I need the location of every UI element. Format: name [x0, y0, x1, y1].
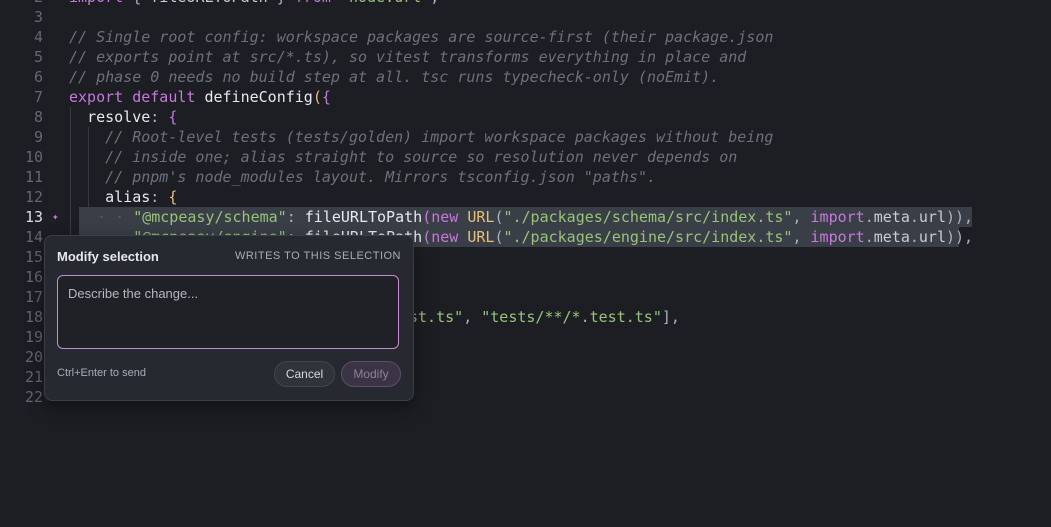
- code-line[interactable]: 7 export default defineConfig({: [0, 87, 1051, 107]
- code-line[interactable]: 12 alias: {: [0, 187, 1051, 207]
- code-line[interactable]: 13 · · "@mcpeasy/schema": fileURLToPath(…: [0, 207, 1051, 227]
- code-line[interactable]: 3: [0, 7, 1051, 27]
- line-code: // pnpm's node_modules layout. Mirrors t…: [105, 168, 657, 186]
- line-number: 7: [33, 88, 43, 106]
- line-number: 21: [24, 368, 43, 386]
- line-number: 8: [33, 108, 43, 126]
- code-line[interactable]: 6 // phase 0 needs no build step at all. …: [0, 67, 1051, 87]
- line-number: 20: [24, 348, 43, 366]
- line-code: · · "@mcpeasy/schema": fileURLToPath(new…: [79, 208, 974, 226]
- line-number: 10: [24, 148, 43, 166]
- code-line[interactable]: 8 resolve: {: [0, 107, 1051, 127]
- send-shortcut-hint: Ctrl+Enter to send: [57, 367, 146, 379]
- line-number: 6: [33, 68, 43, 86]
- line-number: 13: [24, 208, 43, 226]
- line-code: // Single root config: workspace package…: [69, 28, 774, 46]
- code-line[interactable]: 5 // exports point at src/*.ts), so vites…: [0, 47, 1051, 67]
- code-line[interactable]: 9 // Root-level tests (tests/golden) imp…: [0, 127, 1051, 147]
- line-code: import { fileURLToPath } from "node:url"…: [69, 0, 439, 7]
- code-line[interactable]: 4 // Single root config: workspace packag…: [0, 27, 1051, 47]
- line-number: 4: [33, 28, 43, 46]
- change-description-input[interactable]: [57, 275, 399, 349]
- line-code: resolve: {: [87, 108, 178, 126]
- line-number: 12: [24, 188, 43, 206]
- line-number: 15: [24, 248, 43, 266]
- line-code: // inside one; alias straight to source …: [105, 148, 738, 166]
- line-number: 17: [24, 288, 43, 306]
- line-code: // phase 0 needs no build step at all. t…: [69, 68, 720, 86]
- line-number: 11: [24, 168, 43, 186]
- line-number: 2: [0, 0, 43, 7]
- panel-title: Modify selection: [57, 249, 159, 264]
- line-code: // Root-level tests (tests/golden) impor…: [105, 128, 774, 146]
- line-number: 14: [24, 228, 43, 246]
- panel-scope-tag: WRITES TO THIS SELECTION: [234, 250, 401, 262]
- line-number: 9: [33, 128, 43, 146]
- line-number: 16: [24, 268, 43, 286]
- line-number: 3: [33, 8, 43, 26]
- line-number: 19: [24, 328, 43, 346]
- line-number: 22: [24, 388, 43, 406]
- code-line[interactable]: 2 import { fileURLToPath } from "node:url…: [0, 0, 1051, 7]
- modify-button[interactable]: Modify: [341, 361, 401, 387]
- line-number: 5: [33, 48, 43, 66]
- code-line[interactable]: 10 // inside one; alias straight to sour…: [0, 147, 1051, 167]
- cancel-button[interactable]: Cancel: [274, 361, 335, 387]
- modify-selection-panel: Modify selection WRITES TO THIS SELECTIO…: [44, 235, 414, 401]
- line-code: export default defineConfig({: [69, 88, 331, 106]
- line-number: 18: [24, 308, 43, 326]
- line-code: alias: {: [105, 188, 178, 206]
- ai-sparkle-icon[interactable]: ✦: [52, 207, 59, 227]
- code-line[interactable]: 11 // pnpm's node_modules layout. Mirror…: [0, 167, 1051, 187]
- line-code: // exports point at src/*.ts), so vitest…: [69, 48, 747, 66]
